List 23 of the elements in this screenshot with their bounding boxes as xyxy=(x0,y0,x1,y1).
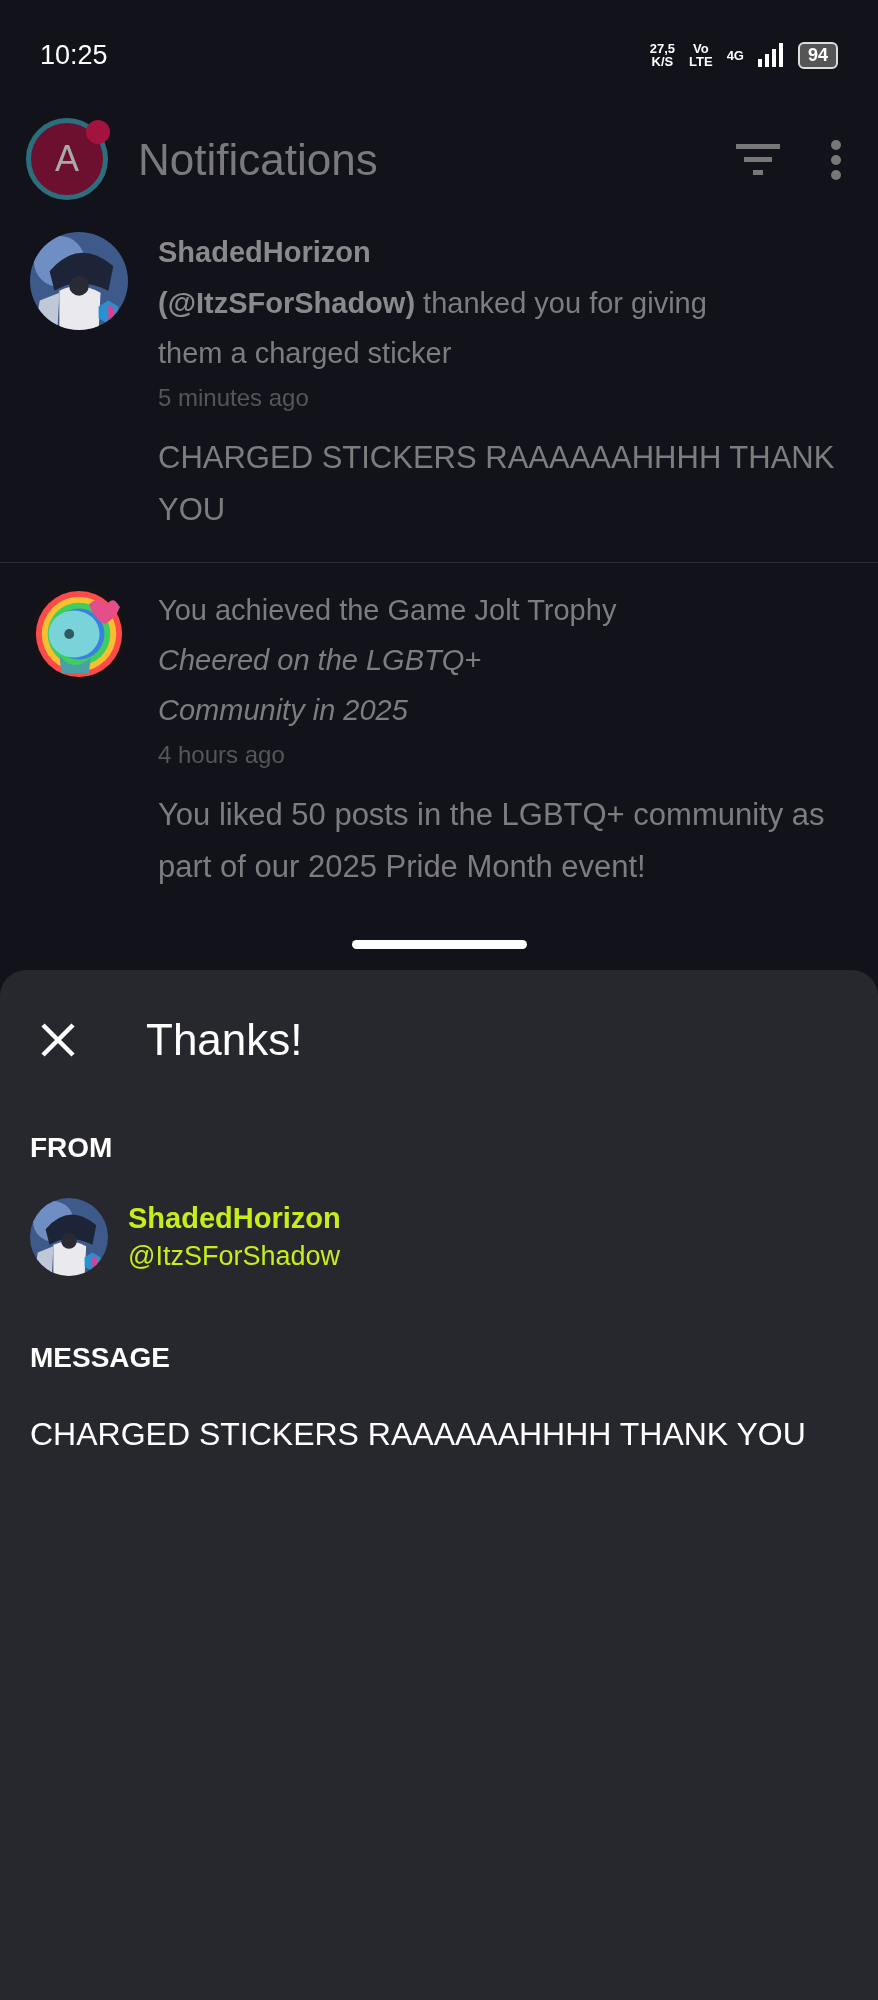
section-label: FROM xyxy=(30,1132,114,1164)
network-type: 4G xyxy=(726,48,744,62)
notification-text: (@ItzSForShadow) thanked you for giving them a charged sticker xyxy=(158,286,708,371)
battery-level: 94 xyxy=(797,41,838,69)
sender-name[interactable]: ShadedHorizon xyxy=(158,232,848,272)
gesture-handle[interactable] xyxy=(352,940,527,949)
signal-icon xyxy=(757,43,784,67)
timestamp: 5 minutes ago xyxy=(158,384,310,412)
page-title: Notifications xyxy=(138,135,379,185)
sender-name[interactable]: ShadedHorizon xyxy=(128,1202,341,1235)
section-label: MESSAGE xyxy=(30,1342,172,1374)
sender-handle[interactable]: @ItzSForShadow xyxy=(128,1241,341,1272)
sheet-title: Thanks! xyxy=(146,1015,303,1065)
message-text: CHARGED STICKERS RAAAAAAHHHH THANK YOU xyxy=(30,1415,807,1454)
network-speed: 27,5 K/S xyxy=(649,42,676,68)
clock: 10:25 xyxy=(40,39,108,71)
volte-indicator: Vo LTE xyxy=(689,42,713,68)
trophy-name: Cheered on the LGBTQ+ Community in 2025 xyxy=(158,643,483,728)
notification-message: You liked 50 posts in the LGBTQ+ community as part of our 2025 Pride Month event! xyxy=(158,796,826,886)
user-avatar[interactable]: A xyxy=(26,118,108,200)
notification-text: You achieved the Game Jolt Trophy xyxy=(158,593,618,628)
notification-message: CHARGED STICKERS RAAAAAAHHHH THANK YOU xyxy=(158,439,836,529)
timestamp: 4 hours ago xyxy=(158,741,286,769)
